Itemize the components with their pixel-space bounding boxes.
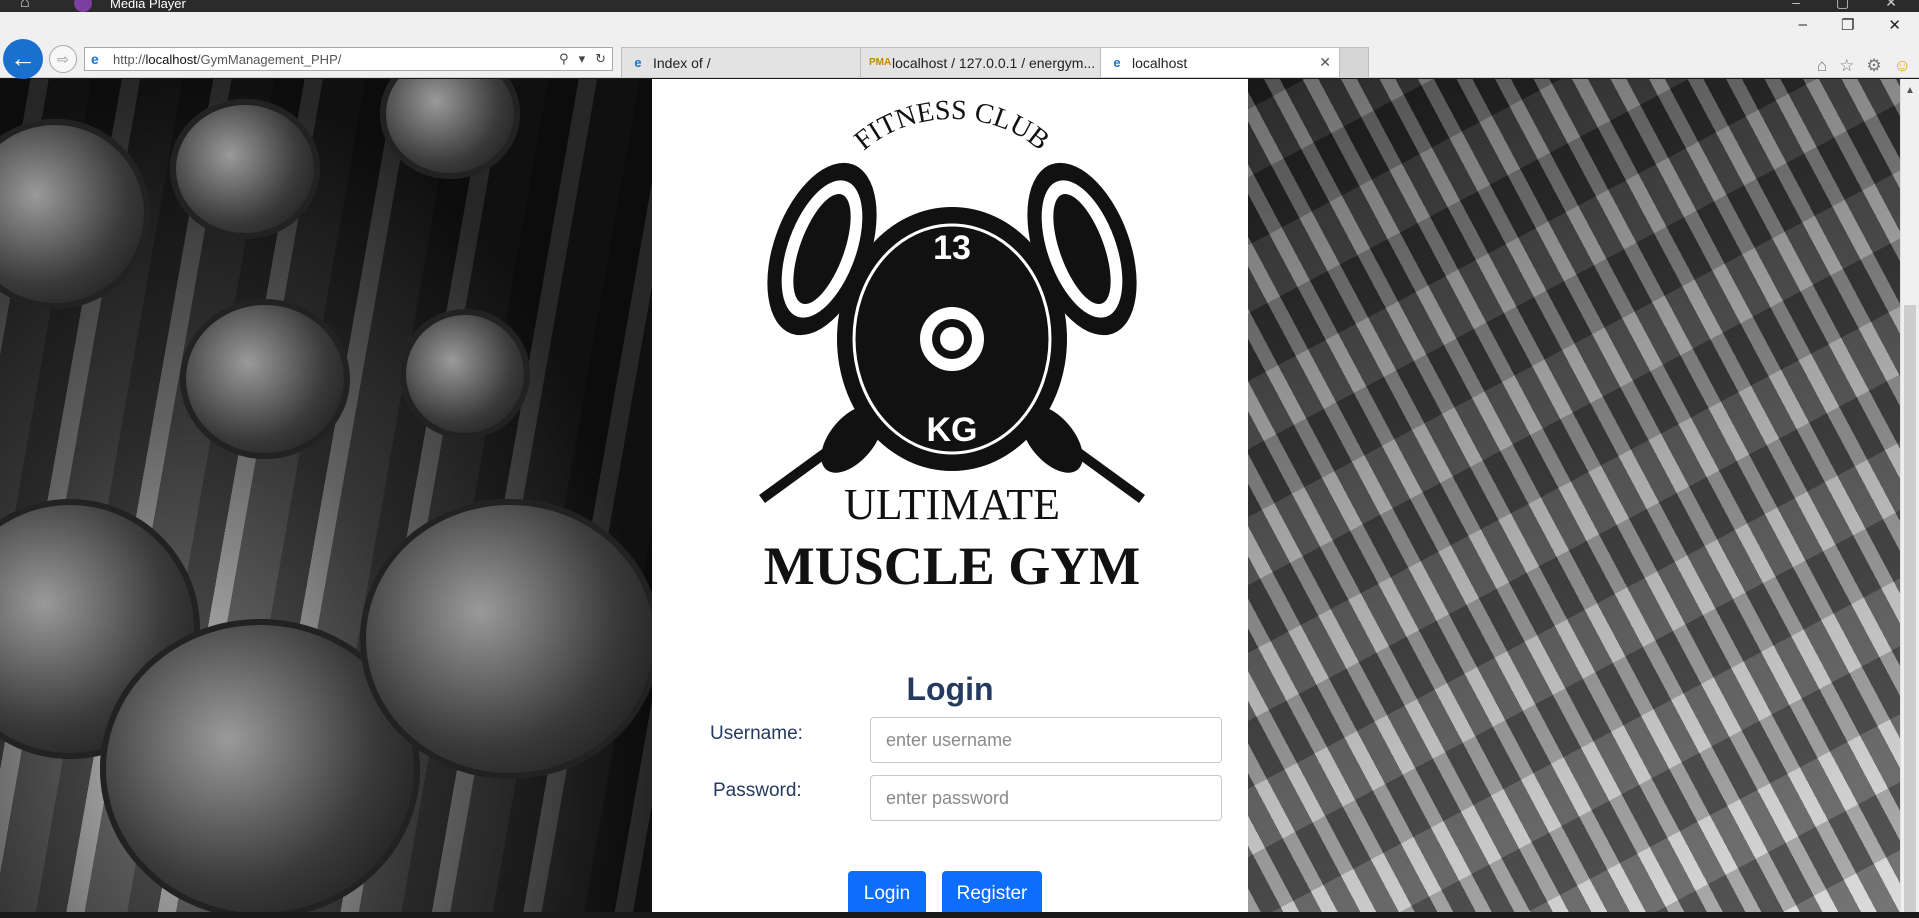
new-tab-button[interactable] (1339, 47, 1369, 77)
login-button[interactable]: Login (848, 871, 926, 917)
browser-chrome: – ❐ ✕ ← ⇨ e http://localhost/GymManageme… (0, 12, 1919, 79)
logo-line1: ULTIMATE (844, 480, 1060, 529)
ie-icon: e (91, 51, 99, 67)
username-input[interactable] (870, 717, 1222, 763)
tab-strip: e Index of / PMA localhost / 127.0.0.1 /… (621, 47, 1369, 77)
tab-label: localhost / 127.0.0.1 / energym... (892, 54, 1096, 71)
tab-label: Index of / (653, 54, 711, 71)
tab-localhost[interactable]: e localhost ✕ (1100, 47, 1340, 77)
os-window-controls: – ▢ ✕ (1792, 0, 1919, 11)
background-image-left (0, 79, 660, 918)
star-icon[interactable]: ☆ (1839, 56, 1854, 76)
smiley-icon[interactable]: ☺ (1894, 56, 1911, 76)
media-player-title: Media Player (110, 0, 186, 11)
login-panel: 13 KG FITNESS CLUB ULTIMATE MUSCLE GYM L… (652, 79, 1248, 918)
register-button[interactable]: Register (942, 871, 1042, 917)
phpmyadmin-icon: PMA (869, 56, 892, 68)
background-image-right (1248, 79, 1900, 918)
url-host: localhost (145, 51, 197, 67)
password-input[interactable] (870, 775, 1222, 821)
media-player-icon (74, 0, 92, 12)
chevron-down-icon[interactable]: ▾ (579, 51, 586, 67)
browser-window-controls: – ❐ ✕ (1799, 16, 1919, 34)
plate-weight-text: 13 (933, 229, 971, 267)
restore-icon[interactable]: ❐ (1841, 16, 1854, 34)
back-button[interactable]: ← (3, 39, 43, 79)
username-label: Username: (710, 723, 803, 744)
minimize-icon[interactable]: – (1799, 16, 1807, 34)
home-icon[interactable]: ⌂ (1817, 56, 1827, 76)
os-taskbar: ⌂ Media Player – ▢ ✕ (0, 0, 1919, 12)
scroll-up-icon[interactable]: ▲ (1905, 85, 1915, 96)
url-path: /GymManagement_PHP/ (196, 51, 342, 67)
minimize-icon[interactable]: – (1792, 0, 1800, 11)
gear-icon[interactable]: ⚙ (1866, 56, 1881, 76)
tab-index-of[interactable]: e Index of / (621, 47, 861, 77)
logo-line2: MUSCLE GYM (764, 536, 1141, 589)
arrow-left-icon: ← (10, 43, 36, 73)
refresh-icon[interactable]: ↻ (595, 51, 606, 67)
address-bar[interactable]: e http://localhost/GymManagement_PHP/ ⚲ … (84, 47, 613, 71)
logo-top-text: FITNESS CLUB (849, 95, 1056, 157)
gym-logo: 13 KG FITNESS CLUB ULTIMATE MUSCLE GYM (759, 95, 1145, 589)
ie-icon: e (634, 54, 642, 70)
close-tab-icon[interactable]: ✕ (1309, 54, 1331, 71)
maximize-icon[interactable]: ▢ (1836, 0, 1849, 11)
close-icon[interactable]: ✕ (1885, 0, 1897, 11)
browser-toolbar-icons: ⌂ ☆ ⚙ ☺ (1817, 56, 1911, 76)
page-content: 13 KG FITNESS CLUB ULTIMATE MUSCLE GYM L… (0, 79, 1900, 918)
url-text[interactable]: http://localhost/GymManagement_PHP/ (113, 52, 559, 67)
tab-phpmyadmin[interactable]: PMA localhost / 127.0.0.1 / energym... (860, 47, 1101, 77)
page-scrollbar[interactable]: ▲ (1900, 79, 1919, 918)
search-icon[interactable]: ⚲ (559, 51, 569, 67)
ie-icon: e (1113, 54, 1121, 70)
forward-button[interactable]: ⇨ (49, 45, 77, 73)
tab-label: localhost (1132, 54, 1188, 71)
scrollbar-thumb[interactable] (1904, 305, 1916, 913)
url-scheme: http:// (113, 51, 146, 67)
login-title: Login (906, 671, 994, 707)
password-label: Password: (713, 780, 802, 801)
arrow-right-icon: ⇨ (57, 51, 69, 67)
address-tools: ⚲ ▾ ↻ (559, 51, 612, 67)
close-icon[interactable]: ✕ (1888, 16, 1901, 34)
home-icon[interactable]: ⌂ (20, 0, 30, 12)
plate-unit-text: KG (927, 411, 978, 449)
bottom-edge (0, 912, 1919, 918)
